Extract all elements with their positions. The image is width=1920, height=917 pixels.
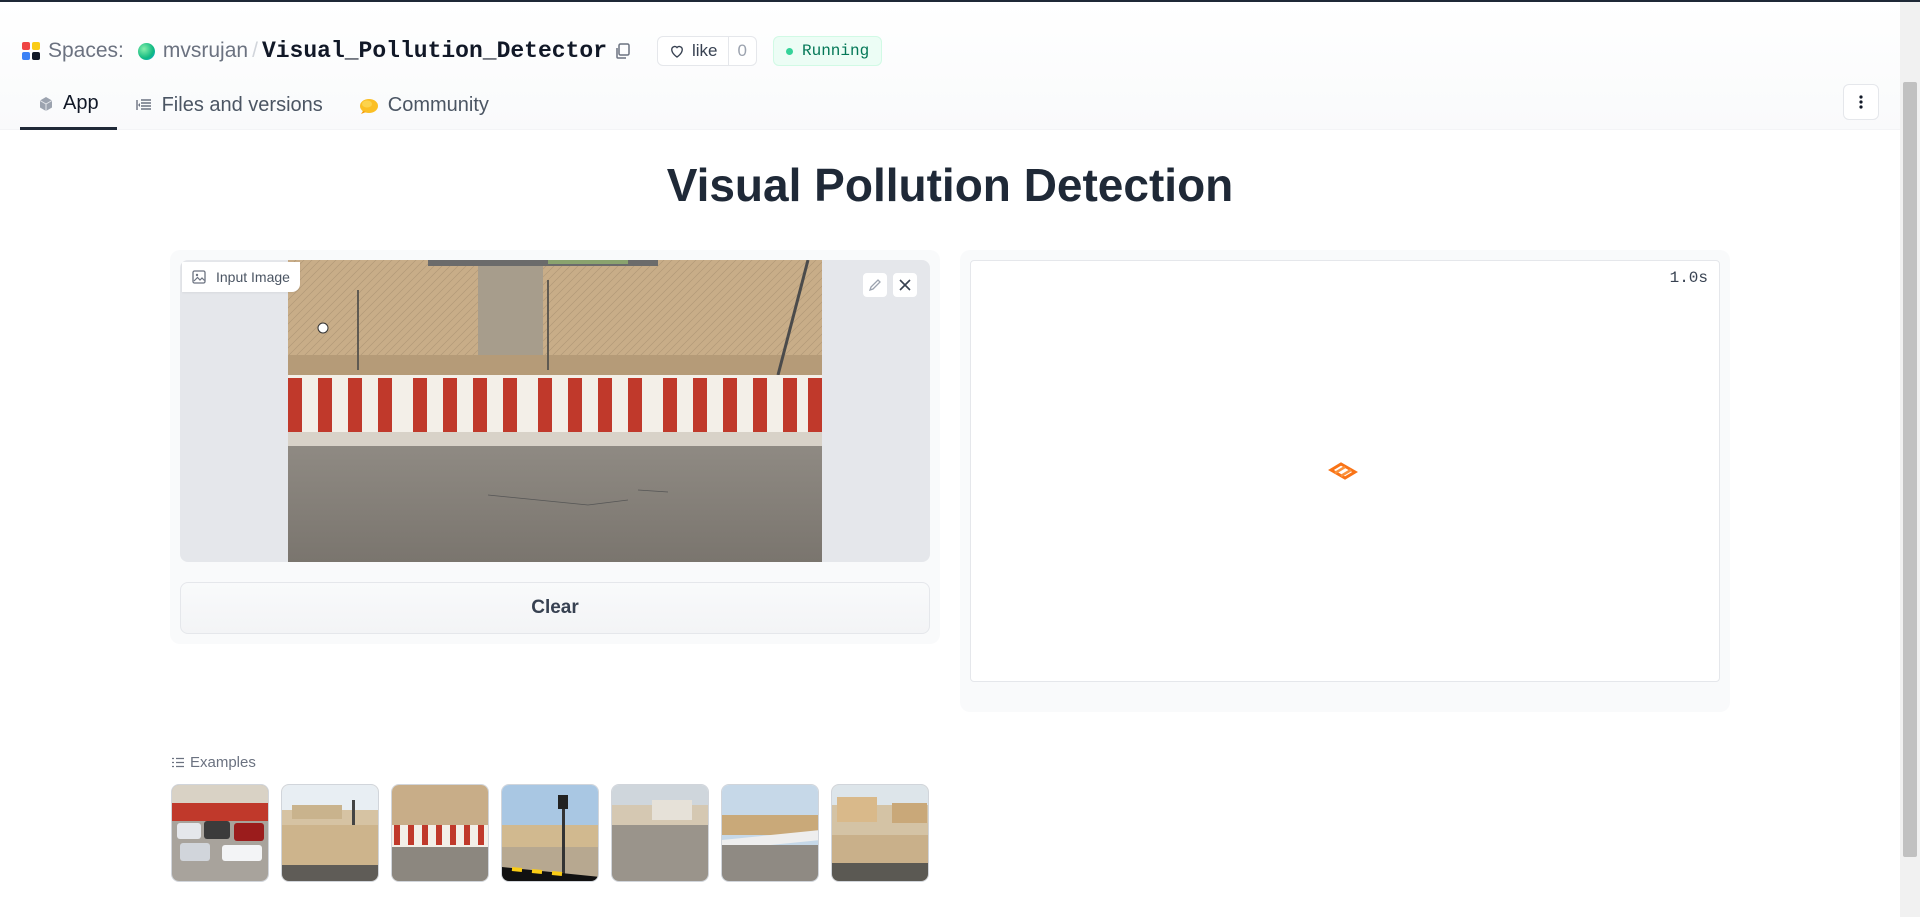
files-icon	[135, 99, 151, 110]
examples-label: Examples	[190, 754, 256, 771]
tab-files-label: Files and versions	[161, 93, 323, 116]
tab-community-label: Community	[387, 93, 489, 116]
page-scrollbar[interactable]	[1900, 2, 1920, 917]
owner-link[interactable]: mvsrujan	[163, 39, 248, 63]
example-thumbnail[interactable]	[391, 784, 489, 882]
input-image	[288, 260, 822, 562]
scrollbar-thumb[interactable]	[1903, 82, 1917, 857]
title-row: Spaces: mvsrujan / Visual_Pollution_Dete…	[22, 36, 883, 66]
community-icon	[359, 99, 378, 114]
more-menu-button[interactable]	[1843, 84, 1879, 120]
copy-icon[interactable]	[613, 41, 633, 61]
like-main[interactable]: like	[658, 37, 729, 65]
clear-button[interactable]: Clear	[180, 582, 930, 634]
examples-gallery	[171, 784, 941, 882]
example-thumbnail[interactable]	[171, 784, 269, 882]
status-text: Running	[801, 42, 870, 60]
example-thumbnail[interactable]	[721, 784, 819, 882]
like-count[interactable]: 0	[729, 41, 756, 61]
status-badge[interactable]: Running	[772, 36, 883, 66]
space-tabs: App Files and versions Community	[20, 80, 507, 130]
path-separator: /	[252, 39, 258, 62]
input-image-label: Input Image	[182, 262, 300, 292]
tab-community[interactable]: Community	[341, 80, 507, 130]
spaces-link[interactable]: Spaces:	[48, 39, 124, 63]
cube-icon	[39, 96, 53, 111]
page-title: Visual Pollution Detection	[666, 159, 1234, 211]
remove-image-button[interactable]	[892, 272, 918, 298]
close-icon	[899, 279, 911, 291]
pencil-icon	[868, 279, 881, 292]
list-icon	[172, 757, 184, 768]
input-image-box[interactable]: Input Image	[180, 260, 930, 562]
image-icon	[192, 270, 206, 284]
tab-app[interactable]: App	[20, 80, 117, 130]
edit-image-button[interactable]	[862, 272, 888, 298]
example-thumbnail[interactable]	[611, 784, 709, 882]
input-image-label-text: Input Image	[216, 269, 290, 285]
spaces-logo-icon[interactable]	[22, 42, 40, 60]
output-image-box: 1.0s	[970, 260, 1720, 682]
owner-avatar[interactable]	[137, 42, 155, 60]
output-panel: 1.0s	[960, 250, 1730, 712]
space-header: Spaces: mvsrujan / Visual_Pollution_Dete…	[0, 2, 1900, 130]
example-thumbnail[interactable]	[281, 784, 379, 882]
examples-header: Examples	[172, 754, 256, 771]
more-vertical-icon	[1859, 95, 1863, 109]
repo-name[interactable]: Visual_Pollution_Detector	[262, 38, 607, 64]
tab-files[interactable]: Files and versions	[117, 80, 341, 130]
like-button[interactable]: like 0	[657, 36, 757, 66]
progress-timer: 1.0s	[1669, 269, 1708, 287]
like-label: like	[692, 41, 718, 60]
heart-icon	[671, 45, 683, 58]
example-thumbnail[interactable]	[501, 784, 599, 882]
status-dot-icon	[785, 47, 793, 55]
tab-app-label: App	[63, 92, 99, 114]
example-thumbnail[interactable]	[831, 784, 929, 882]
loading-icon	[1328, 462, 1358, 480]
input-panel: Input Image Clear	[170, 250, 940, 644]
